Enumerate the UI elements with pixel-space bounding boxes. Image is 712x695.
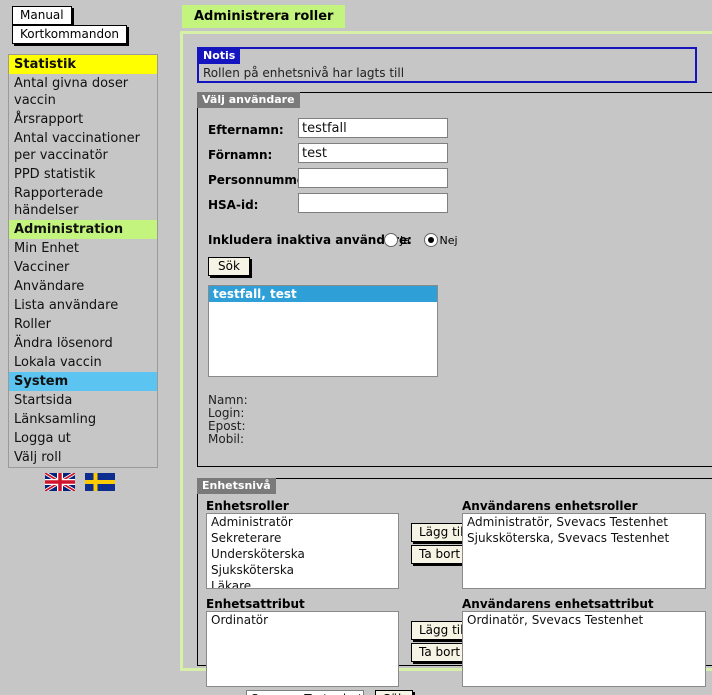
list-item[interactable]: testfall, test <box>209 286 437 302</box>
remove-attribute-button[interactable]: Ta bort <box>411 643 469 662</box>
unit-roles-label: Enhetsroller <box>206 499 289 513</box>
select-user-legend: Välj användare <box>197 92 300 108</box>
sidebar-nav: Statistik Antal givna doser vaccin Årsrapp… <box>8 54 158 468</box>
list-item[interactable]: Undersköterska <box>207 546 398 562</box>
lastname-field[interactable] <box>298 118 448 138</box>
unit-select[interactable]: Svevacs Testenhet <box>246 690 364 695</box>
radio-nej-label: Nej <box>439 233 458 247</box>
sidebar-item-roller[interactable]: Roller <box>9 315 157 334</box>
sidebar-item-ändra-lösenord[interactable]: Ändra lösenord <box>9 334 157 353</box>
unit-attributes-label: Enhetsattribut <box>206 597 305 611</box>
sidebar-item-användare[interactable]: Användare <box>9 277 157 296</box>
sidebar-item-årsrapport[interactable]: Årsrapport <box>9 110 157 129</box>
select-user-fieldset: Välj användare Efternamn: Förnamn: Perso… <box>197 92 712 467</box>
list-item[interactable]: Administratör <box>207 514 398 530</box>
flag-english-icon[interactable] <box>44 471 76 494</box>
include-inactive-radios: Ja Nej <box>384 233 468 247</box>
sidebar-item-min-enhet[interactable]: Min Enhet <box>9 239 157 258</box>
hsaid-label: HSA-id: <box>208 198 259 212</box>
list-item[interactable]: Sjuksköterska, Svevacs Testenhet <box>463 530 705 546</box>
notice-panel: Notis Rollen på enhetsnivå har lagts til… <box>197 47 697 83</box>
content-area: Administrera roller Notis Rollen på enhe… <box>172 0 712 695</box>
lastname-label: Efternamn: <box>208 123 284 137</box>
sidebar-item-statistik[interactable]: Statistik <box>9 55 157 74</box>
radio-ja-label: Ja <box>400 233 410 247</box>
firstname-field[interactable] <box>298 143 448 163</box>
include-inactive-label: Inkludera inaktiva användare: <box>208 233 412 247</box>
personalnumber-field[interactable] <box>298 168 448 188</box>
sidebar-item-system[interactable]: System <box>9 372 157 391</box>
sidebar-item-logga-ut[interactable]: Logga ut <box>9 429 157 448</box>
language-flags <box>44 471 121 494</box>
sidebar-item-välj-roll[interactable]: Välj roll <box>9 448 157 467</box>
notice-label: Notis <box>198 48 241 64</box>
list-item[interactable]: Ordinatör <box>207 612 398 628</box>
list-item[interactable]: Sjuksköterska <box>207 562 398 578</box>
hsaid-field[interactable] <box>298 193 448 213</box>
firstname-label: Förnamn: <box>208 148 273 162</box>
unit-level-fieldset: Enhetsnivå Enhetsroller Administratör Sek… <box>197 478 712 695</box>
unit-roles-list[interactable]: Administratör Sekreterare Undersköterska Sj… <box>206 513 399 589</box>
page-title: Administrera roller <box>182 5 346 28</box>
list-item[interactable]: Läkare <box>207 578 398 588</box>
content-frame: Notis Rollen på enhetsnivå har lagts til… <box>180 31 712 695</box>
user-details: Namn: Login: Epost: Mobil: <box>208 394 248 446</box>
flag-swedish-icon[interactable] <box>84 473 115 494</box>
sidebar-item-lista-användare[interactable]: Lista användare <box>9 296 157 315</box>
remove-role-button[interactable]: Ta bort <box>411 545 469 564</box>
page-root: Manual Kortkommandon Statistik Antal givn… <box>0 0 712 695</box>
radio-ja[interactable] <box>384 233 398 247</box>
unit-search-button[interactable]: Sök <box>375 690 413 695</box>
sidebar-item-länksamling[interactable]: Länksamling <box>9 410 157 429</box>
list-item[interactable]: Administratör, Svevacs Testenhet <box>463 514 705 530</box>
list-item[interactable]: Sekreterare <box>207 530 398 546</box>
user-detail-line: Mobil: <box>208 432 245 446</box>
sidebar-item-antal-vaccinationer-per-vaccinatör[interactable]: Antal vaccinationer per vaccinatör <box>9 129 157 165</box>
sidebar: Manual Kortkommandon Statistik Antal givn… <box>0 0 172 695</box>
user-unit-roles-label: Användarens enhetsroller <box>462 499 638 513</box>
sidebar-item-rapporterade-händelser[interactable]: Rapporterade händelser <box>9 184 157 220</box>
user-unit-roles-list[interactable]: Administratör, Svevacs Testenhet Sjuksköt… <box>462 513 706 589</box>
user-unit-attributes-label: Användarens enhetsattribut <box>462 597 654 611</box>
shortcuts-button[interactable]: Kortkommandon <box>12 25 128 44</box>
sidebar-item-administration[interactable]: Administration <box>9 220 157 239</box>
unit-level-legend: Enhetsnivå <box>197 478 276 494</box>
sidebar-item-startsida[interactable]: Startsida <box>9 391 157 410</box>
notice-text: Rollen på enhetsnivå har lagts till <box>203 66 405 80</box>
radio-nej[interactable] <box>423 233 438 247</box>
sidebar-item-vacciner[interactable]: Vacciner <box>9 258 157 277</box>
sidebar-item-lokala-vaccin[interactable]: Lokala vaccin <box>9 353 157 372</box>
list-item[interactable]: Ordinatör, Svevacs Testenhet <box>463 612 705 628</box>
sidebar-item-antal-givna-doser-vaccin[interactable]: Antal givna doser vaccin <box>9 74 157 110</box>
user-results-list[interactable]: testfall, test <box>208 285 438 377</box>
manual-button[interactable]: Manual <box>12 6 72 25</box>
sidebar-item-ppd-statistik[interactable]: PPD statistik <box>9 165 157 184</box>
search-user-button[interactable]: Sök <box>208 257 250 276</box>
unit-attributes-list[interactable]: Ordinatör <box>206 611 399 687</box>
user-unit-attributes-list[interactable]: Ordinatör, Svevacs Testenhet <box>462 611 706 687</box>
